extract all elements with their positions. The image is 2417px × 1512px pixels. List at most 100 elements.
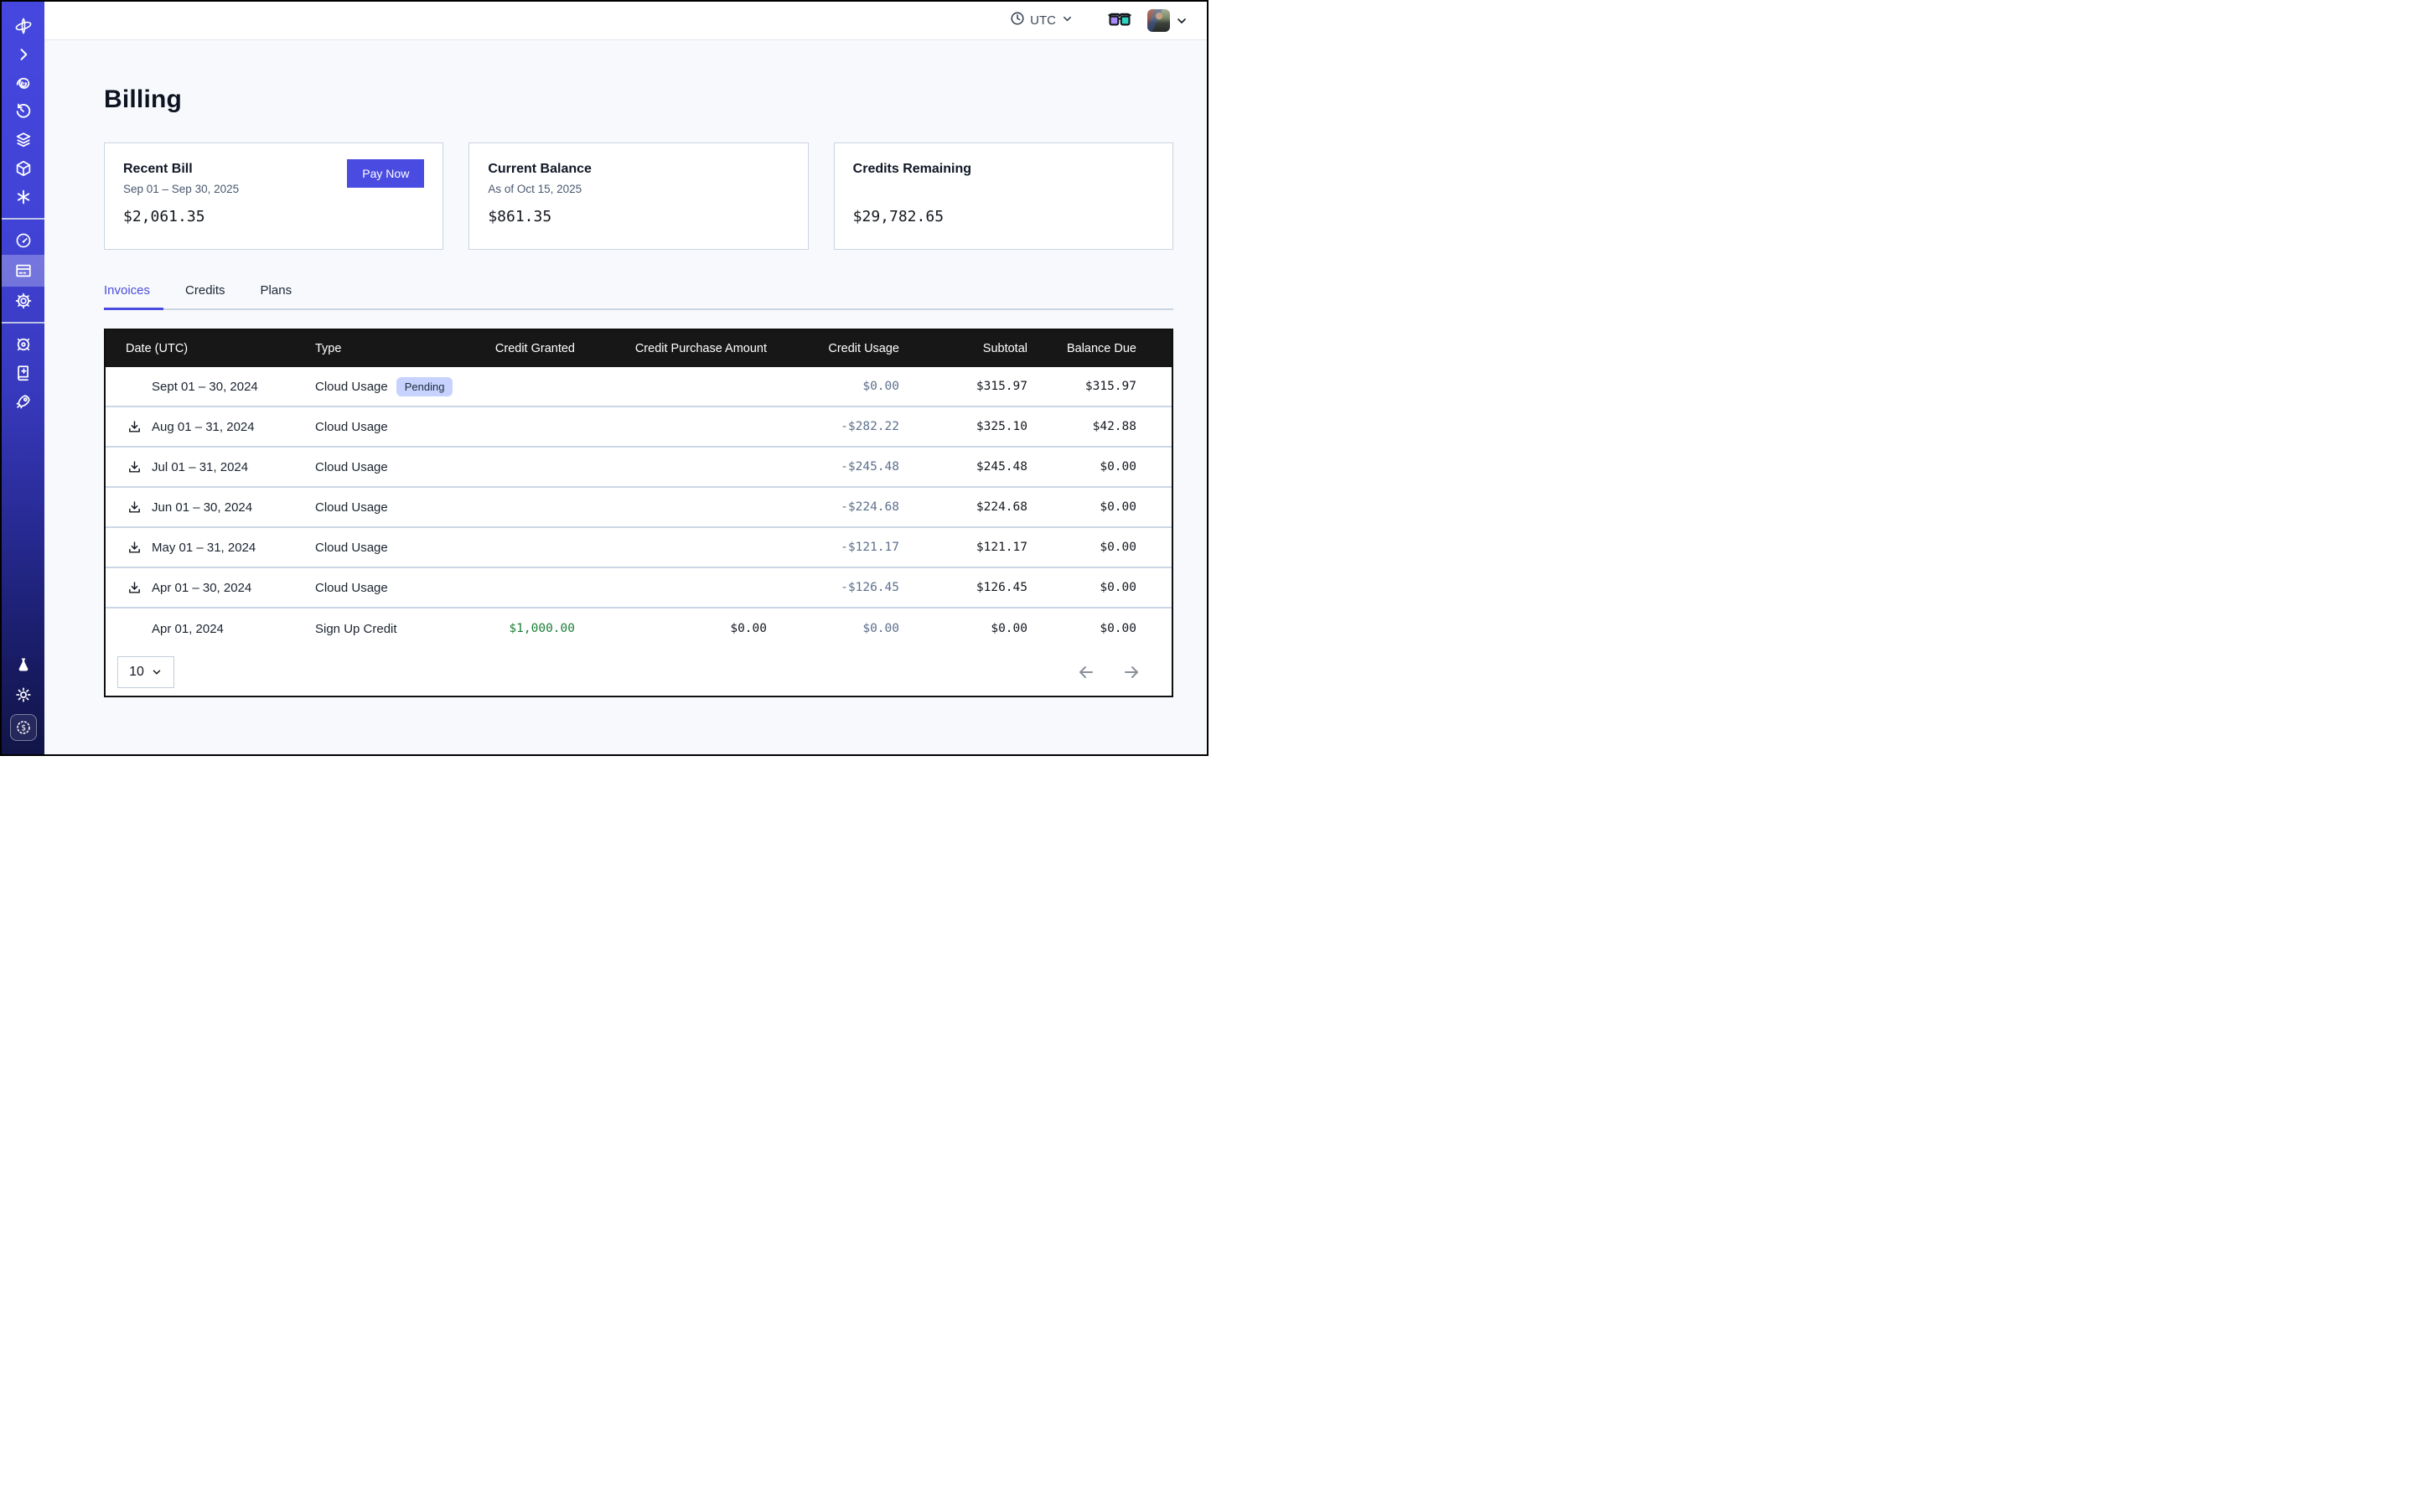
table-row: Jun 01 – 30, 2024 Cloud Usage -$224.68 $…: [106, 488, 1172, 528]
dollar-badge-icon[interactable]: $: [10, 714, 37, 741]
glasses-icon[interactable]: [1107, 13, 1132, 29]
card-title: Credits Remaining: [853, 162, 1152, 177]
timezone-selector[interactable]: UTC: [1010, 11, 1074, 30]
rocket-icon[interactable]: [2, 387, 44, 416]
sun-icon[interactable]: [2, 681, 44, 709]
content: Billing Recent Bill Sep 01 – Sep 30, 202…: [44, 40, 1207, 754]
book-sparkle-icon[interactable]: [2, 359, 44, 387]
balance-due-value: $0.00: [1027, 500, 1175, 514]
invoices-table: Date (UTC) Type Credit Granted Credit Pu…: [104, 329, 1173, 697]
credit-usage-value: -$126.45: [767, 581, 899, 594]
download-invoice-button[interactable]: [127, 541, 146, 555]
layers-icon[interactable]: [2, 126, 44, 154]
invoice-type: Cloud Usage: [315, 380, 388, 394]
pagination-bar: 10: [106, 649, 1172, 696]
balance-due-value: $42.88: [1027, 420, 1175, 433]
column-header: Credit Purchase Amount: [575, 342, 767, 355]
sidebar-divider: [2, 218, 44, 220]
download-invoice-button[interactable]: [127, 420, 146, 434]
ship-wheel-icon[interactable]: [2, 330, 44, 359]
gauge-icon[interactable]: [2, 226, 44, 255]
sidebar-divider: [2, 322, 44, 324]
billing-screen: $ UTC: [0, 0, 1208, 756]
tab-invoices[interactable]: Invoices: [104, 283, 153, 308]
previous-page-button[interactable]: [1076, 662, 1096, 682]
column-header: Balance Due: [1027, 342, 1175, 355]
invoice-type: Cloud Usage: [315, 460, 388, 474]
next-page-button[interactable]: [1121, 662, 1141, 682]
billing-card-icon[interactable]: [2, 255, 44, 287]
chevron-down-icon: [1061, 13, 1074, 29]
invoice-date: Jun 01 – 30, 2024: [152, 500, 252, 515]
asterisk-icon[interactable]: [2, 183, 44, 211]
invoice-table-body: Sept 01 – 30, 2024 Cloud Usage Pending $…: [106, 367, 1172, 649]
table-row: Aug 01 – 31, 2024 Cloud Usage -$282.22 $…: [106, 407, 1172, 448]
invoice-date: Apr 01, 2024: [152, 622, 224, 636]
column-header: Type: [315, 342, 483, 355]
card-amount: $2,061.35: [123, 208, 422, 225]
cube-icon[interactable]: [2, 154, 44, 183]
column-header: Credit Granted: [483, 342, 575, 355]
subtotal-value: $315.97: [899, 380, 1027, 393]
pay-now-button[interactable]: Pay Now: [347, 159, 424, 188]
page-size-value: 10: [129, 665, 144, 680]
recent-bill-card: Recent Bill Sep 01 – Sep 30, 2025 $2,061…: [104, 142, 443, 250]
column-header: Subtotal: [899, 342, 1027, 355]
invoice-date: Aug 01 – 31, 2024: [152, 420, 255, 434]
subtotal-value: $325.10: [899, 420, 1027, 433]
credit-granted-value: $1,000.00: [483, 622, 575, 635]
invoice-type: Cloud Usage: [315, 500, 388, 515]
card-amount: $861.35: [488, 208, 787, 225]
subtotal-value: $126.45: [899, 581, 1027, 594]
credit-usage-value: $0.00: [767, 380, 899, 393]
subtotal-value: $224.68: [899, 500, 1027, 514]
subtotal-value: $0.00: [899, 622, 1027, 635]
user-avatar[interactable]: [1147, 9, 1170, 32]
card-title: Current Balance: [488, 162, 787, 177]
timezone-label: UTC: [1030, 13, 1056, 28]
sidebar: $: [2, 2, 44, 754]
card-subtitle: As of Oct 15, 2025: [488, 183, 787, 196]
table-row: Sept 01 – 30, 2024 Cloud Usage Pending $…: [106, 367, 1172, 407]
credit-usage-value: -$282.22: [767, 420, 899, 433]
table-header: Date (UTC) Type Credit Granted Credit Pu…: [106, 330, 1172, 367]
invoice-date: Jul 01 – 31, 2024: [152, 460, 248, 474]
subtotal-value: $121.17: [899, 541, 1027, 554]
download-invoice-button[interactable]: [127, 500, 146, 515]
balance-due-value: $315.97: [1027, 380, 1175, 393]
observe-eye-icon[interactable]: [2, 69, 44, 97]
download-invoice-button[interactable]: [127, 460, 146, 474]
chevron-right-icon[interactable]: [2, 40, 44, 69]
tab-credits[interactable]: Credits: [185, 283, 229, 308]
balance-due-value: $0.00: [1027, 622, 1175, 635]
balance-due-value: $0.00: [1027, 541, 1175, 554]
credits-remaining-card: Credits Remaining $29,782.65: [834, 142, 1173, 250]
table-row: Jul 01 – 31, 2024 Cloud Usage -$245.48 $…: [106, 448, 1172, 488]
table-row: Apr 01, 2024 Sign Up Credit $1,000.00 $0…: [106, 608, 1172, 649]
card-amount: $29,782.65: [853, 208, 1152, 225]
download-invoice-button[interactable]: [127, 581, 146, 595]
card-subtitle: [853, 183, 1152, 196]
subtotal-value: $245.48: [899, 460, 1027, 474]
invoice-date: Apr 01 – 30, 2024: [152, 581, 251, 595]
credit-usage-value: -$121.17: [767, 541, 899, 554]
history-icon[interactable]: [2, 97, 44, 126]
invoice-date: Sept 01 – 30, 2024: [152, 380, 258, 394]
chevron-down-icon: [151, 666, 163, 678]
logo-orbit-icon[interactable]: [2, 12, 44, 40]
page-size-select[interactable]: 10: [117, 656, 174, 688]
chevron-down-icon[interactable]: [1175, 14, 1188, 28]
column-header: Credit Usage: [767, 342, 899, 355]
balance-due-value: $0.00: [1027, 460, 1175, 474]
invoice-type: Cloud Usage: [315, 541, 388, 555]
flask-icon[interactable]: [2, 650, 44, 679]
tab-plans[interactable]: Plans: [261, 283, 296, 308]
topbar: UTC: [44, 2, 1207, 40]
credit-purchase-value: $0.00: [575, 622, 767, 635]
balance-due-value: $0.00: [1027, 581, 1175, 594]
column-header: Date (UTC): [106, 342, 315, 355]
table-row: May 01 – 31, 2024 Cloud Usage -$121.17 $…: [106, 528, 1172, 568]
svg-text:$: $: [21, 723, 26, 733]
gear-icon[interactable]: [2, 287, 44, 315]
current-balance-card: Current Balance As of Oct 15, 2025 $861.…: [468, 142, 808, 250]
